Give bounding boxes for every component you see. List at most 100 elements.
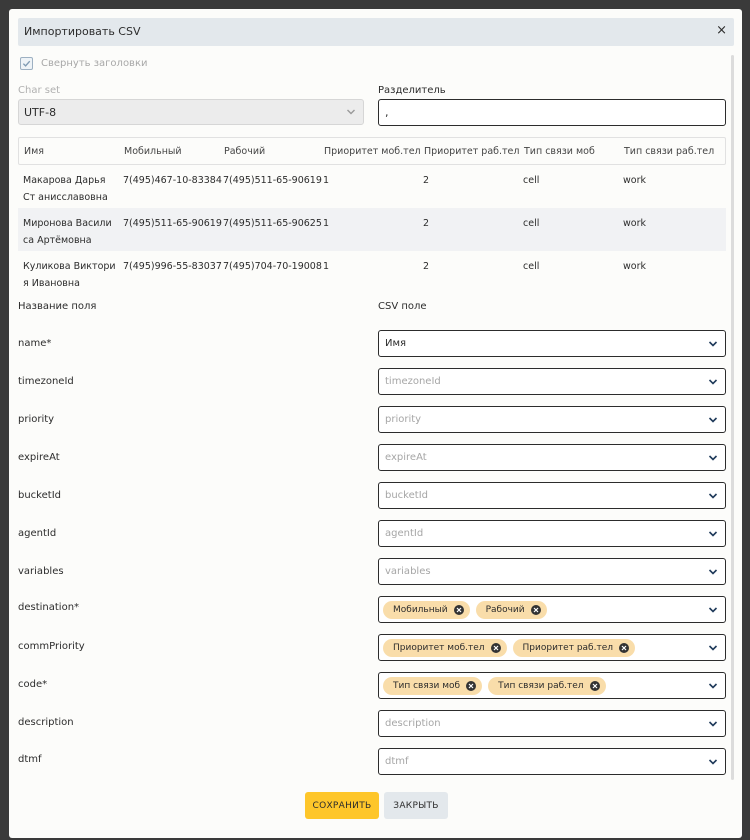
table-row: Макарова Дарья Ст анисславовна 7(495)467…: [18, 165, 726, 208]
chip-list: Мобильный Рабочий: [383, 601, 547, 619]
table-row: Миронова Васили са Артёмовна 7(495)511-6…: [18, 208, 726, 251]
csv-select-expireat[interactable]: expireAt: [378, 444, 726, 471]
table-cell: cell: [523, 261, 540, 272]
remove-chip-icon[interactable]: [490, 643, 501, 653]
csv-select-code[interactable]: Тип связи моб Тип связи раб.тел: [378, 672, 726, 699]
chevron-down-icon: [708, 645, 718, 651]
csv-select-description[interactable]: description: [378, 710, 726, 737]
select-placeholder: description: [385, 718, 441, 729]
close-icon[interactable]: ×: [716, 23, 727, 38]
field-label-description: description: [18, 717, 74, 728]
field-label-bucketid: bucketId: [18, 490, 61, 501]
csv-field-header: CSV поле: [378, 301, 427, 312]
separator-label: Разделитель: [378, 85, 446, 96]
charset-value: UTF-8: [24, 106, 57, 119]
select-value: Имя: [385, 338, 407, 349]
chip-label: Рабочий: [485, 605, 525, 615]
scrollbar[interactable]: [731, 55, 734, 780]
table-cell: work: [623, 261, 646, 272]
chevron-down-icon: [708, 569, 718, 575]
csv-select-priority[interactable]: priority: [378, 406, 726, 433]
column-header: Тип связи раб.тел: [624, 146, 715, 157]
table-cell: 7(495)467-10-83384: [123, 175, 222, 186]
chip-label: Приоритет раб.тел: [522, 643, 613, 653]
chevron-down-icon: [708, 607, 718, 613]
column-header: Имя: [24, 146, 44, 157]
table-row: Куликова Виктори я Ивановна 7(495)996-55…: [18, 251, 726, 294]
remove-chip-icon[interactable]: [589, 681, 600, 691]
field-label-variables: variables: [18, 566, 64, 577]
charset-label: Char set: [18, 85, 61, 96]
chip: Мобильный: [383, 601, 470, 619]
field-label-name: name*: [18, 338, 52, 349]
csv-select-variables[interactable]: variables: [378, 558, 726, 585]
chevron-down-icon: [708, 341, 718, 347]
table-cell: 7(495)511-65-90619: [223, 175, 322, 186]
table-cell: 2: [423, 261, 430, 272]
field-label-dtmf: dtmf: [18, 754, 42, 765]
remove-chip-icon[interactable]: [530, 605, 541, 615]
chip-list: Приоритет моб.тел Приоритет раб.тел: [383, 639, 635, 657]
csv-select-dtmf[interactable]: dtmf: [378, 748, 726, 775]
chevron-down-icon: [708, 531, 718, 537]
select-placeholder: expireAt: [385, 452, 427, 463]
remove-chip-icon[interactable]: [618, 643, 629, 653]
select-placeholder: priority: [385, 414, 422, 425]
dialog-title: Импортировать CSV: [24, 25, 141, 38]
table-cell: 1: [323, 218, 330, 229]
chevron-down-icon: [708, 683, 718, 689]
preview-table-header: Имя Мобильный Рабочий Приоритет моб.тел …: [18, 137, 726, 165]
csv-select-name[interactable]: Имя: [378, 330, 726, 357]
chip: Тип связи моб: [383, 677, 483, 695]
save-button[interactable]: СОХРАНИТЬ: [305, 792, 379, 819]
check-icon: [22, 60, 31, 67]
collapse-headers-toggle[interactable]: Свернуть заголовки: [20, 57, 148, 70]
chip-label: Тип связи раб.тел: [498, 681, 584, 691]
chevron-down-icon: [347, 109, 355, 115]
collapse-headers-checkbox[interactable]: [20, 57, 33, 70]
chip-label: Приоритет моб.тел: [393, 643, 485, 653]
select-placeholder: agentId: [385, 528, 424, 539]
chip: Приоритет моб.тел: [383, 639, 507, 657]
table-cell: 1: [323, 175, 330, 186]
table-cell: 7(495)511-65-90625: [223, 218, 322, 229]
table-cell: 7(495)704-70-19008: [223, 261, 322, 272]
column-header: Приоритет раб.тел: [424, 146, 520, 157]
chip-label: Тип связи моб: [393, 681, 461, 691]
separator-input[interactable]: [378, 99, 726, 126]
table-cell: 7(495)511-65-90619: [123, 218, 222, 229]
field-name-header: Название поля: [18, 301, 97, 312]
table-cell: cell: [523, 175, 540, 186]
table-cell: 7(495)996-55-83037: [123, 261, 222, 272]
remove-chip-icon[interactable]: [453, 605, 464, 615]
column-header: Приоритет моб.тел: [324, 146, 421, 157]
select-placeholder: variables: [385, 566, 431, 577]
dialog-header: Импортировать CSV ×: [18, 18, 734, 46]
csv-select-agentid[interactable]: agentId: [378, 520, 726, 547]
collapse-headers-label: Свернуть заголовки: [41, 58, 148, 69]
chevron-down-icon: [708, 455, 718, 461]
remove-chip-icon[interactable]: [466, 681, 477, 691]
field-label-timezoneid: timezoneId: [18, 376, 74, 387]
csv-select-destination[interactable]: Мобильный Рабочий: [378, 596, 726, 623]
column-header: Рабочий: [224, 146, 266, 157]
csv-select-commpriority[interactable]: Приоритет моб.тел Приоритет раб.тел: [378, 634, 726, 661]
field-label-priority: priority: [18, 414, 55, 425]
field-label-agentid: agentId: [18, 528, 57, 539]
table-cell: Миронова Васили са Артёмовна: [23, 218, 112, 246]
chevron-down-icon: [708, 417, 718, 423]
field-label-destination: destination*: [18, 602, 80, 613]
import-csv-dialog: Импортировать CSV × Свернуть заголовки C…: [9, 9, 742, 838]
table-cell: 2: [423, 175, 430, 186]
table-cell: work: [623, 175, 646, 186]
csv-select-bucketid[interactable]: bucketId: [378, 482, 726, 509]
chip-label: Мобильный: [393, 605, 448, 615]
csv-select-timezoneid[interactable]: timezoneId: [378, 368, 726, 395]
table-cell: Куликова Виктори я Ивановна: [23, 261, 116, 289]
chevron-down-icon: [708, 493, 718, 499]
chevron-down-icon: [708, 379, 718, 385]
field-label-commpriority: commPriority: [18, 641, 85, 652]
chip: Рабочий: [475, 601, 547, 619]
charset-select[interactable]: UTF-8: [18, 99, 364, 125]
close-button[interactable]: ЗАКРЫТЬ: [384, 792, 448, 819]
